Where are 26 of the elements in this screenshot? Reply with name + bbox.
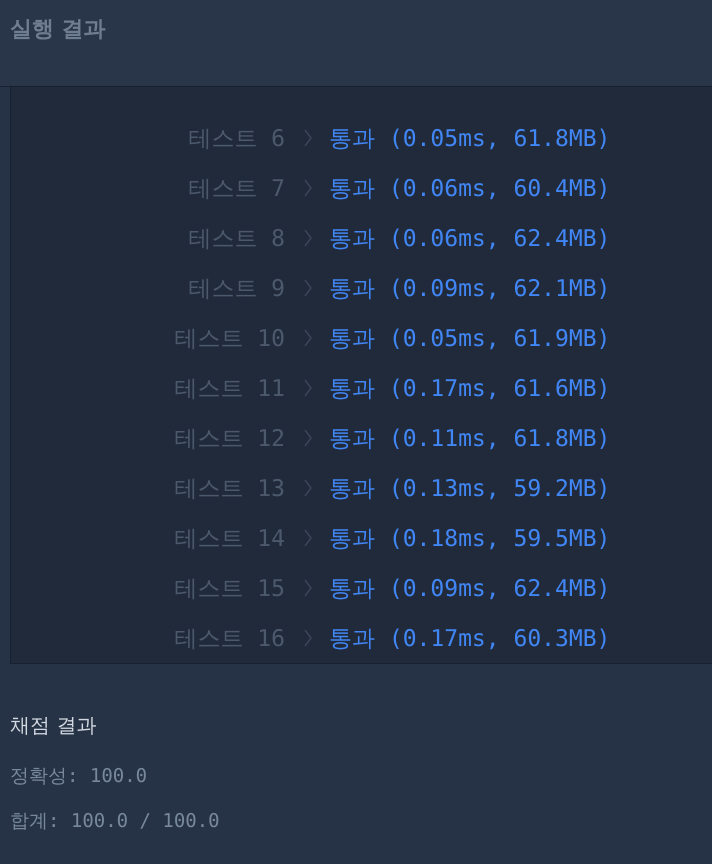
score-line: 정확성: 100.0 — [10, 764, 148, 789]
chevron-icon — [303, 377, 313, 399]
chevron-icon — [303, 627, 313, 649]
chevron-icon — [303, 577, 313, 599]
test-result: 통과 (0.17ms, 61.6MB) — [329, 374, 610, 404]
test-result: 통과 (0.09ms, 62.1MB) — [329, 274, 610, 304]
test-result: 통과 (0.11ms, 61.8MB) — [329, 424, 610, 454]
chevron-icon — [303, 127, 313, 149]
chevron-icon — [303, 227, 313, 249]
test-result: 통과 (0.13ms, 59.2MB) — [329, 474, 610, 504]
chevron-icon — [303, 327, 313, 349]
chevron-icon — [303, 477, 313, 499]
chevron-icon — [303, 177, 313, 199]
test-result: 통과 (0.06ms, 60.4MB) — [329, 174, 610, 204]
test-result: 통과 (0.18ms, 59.5MB) — [329, 524, 610, 554]
chevron-icon — [303, 277, 313, 299]
score-line: 합계: 100.0 / 100.0 — [10, 809, 221, 834]
test-result: 통과 (0.05ms, 61.8MB) — [329, 124, 610, 154]
chevron-icon — [303, 527, 313, 549]
test-result: 통과 (0.09ms, 62.4MB) — [329, 574, 610, 604]
panel-title: 실행 결과 — [10, 17, 106, 42]
chevron-icon — [303, 427, 313, 449]
test-result: 통과 (0.05ms, 61.9MB) — [329, 324, 610, 354]
test-result: 통과 (0.17ms, 60.3MB) — [329, 624, 610, 654]
test-result: 통과 (0.06ms, 62.4MB) — [329, 224, 610, 254]
grading-title: 채점 결과 — [10, 712, 98, 739]
